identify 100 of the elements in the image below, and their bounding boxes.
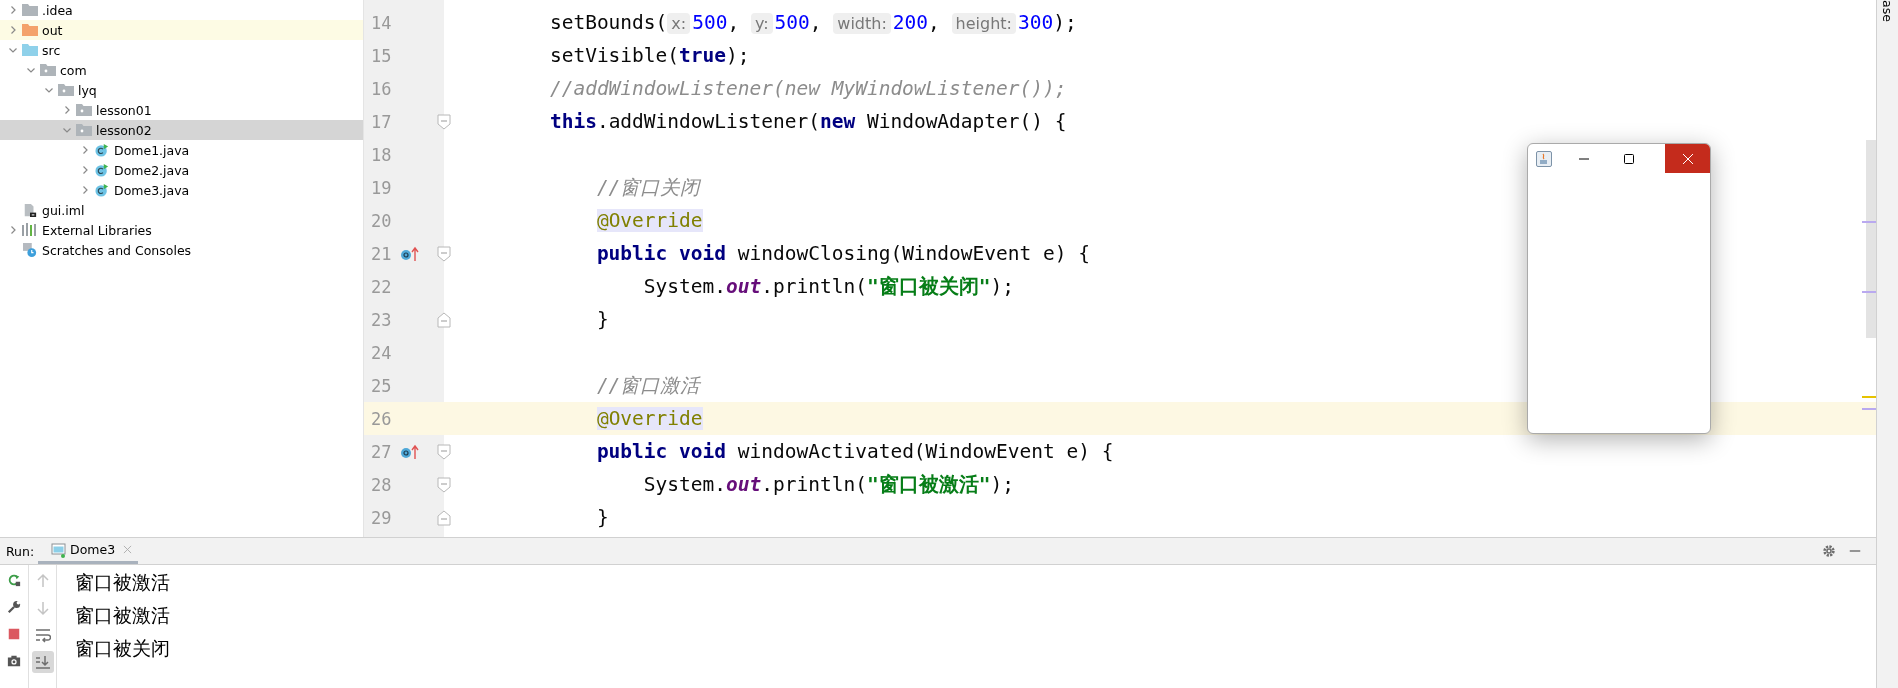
code-text: ); bbox=[1053, 11, 1077, 34]
chevron-icon[interactable] bbox=[44, 85, 54, 95]
run-tab[interactable]: Dome3 bbox=[38, 538, 139, 564]
code-text: System. bbox=[642, 473, 727, 496]
tree-item[interactable]: Dome2.java bbox=[0, 160, 363, 180]
tree-item[interactable]: lesson01 bbox=[0, 100, 363, 120]
stop-icon[interactable] bbox=[7, 627, 21, 641]
code-text: windowClosing(WindowEvent e) { bbox=[736, 242, 1090, 265]
line-number: 26 bbox=[371, 408, 393, 429]
chevron-icon[interactable] bbox=[62, 105, 72, 115]
tree-item[interactable]: Dome3.java bbox=[0, 180, 363, 200]
line-number: 29 bbox=[371, 507, 393, 528]
line-number: 22 bbox=[371, 276, 393, 297]
code-comment: //窗口关闭 bbox=[595, 176, 701, 199]
chevron-icon[interactable] bbox=[8, 225, 18, 235]
code-string: "窗口被关闭" bbox=[866, 275, 991, 298]
code-text: .println( bbox=[761, 473, 867, 496]
code-keyword: new bbox=[819, 110, 856, 133]
code-text: ); bbox=[726, 44, 750, 67]
fold-marker-icon[interactable] bbox=[437, 311, 451, 328]
console-output-line: 窗口被激活 bbox=[75, 571, 170, 595]
code-text: .addWindowListener( bbox=[596, 110, 820, 133]
line-number: 18 bbox=[371, 144, 393, 165]
app-window[interactable] bbox=[1527, 143, 1711, 434]
code-keyword: public void bbox=[595, 242, 727, 265]
run-label: Run: bbox=[5, 542, 36, 561]
rerun-icon[interactable] bbox=[7, 573, 21, 587]
parameter-hint: y: bbox=[750, 13, 773, 34]
tree-item[interactable]: lyq bbox=[0, 80, 363, 100]
chevron-icon[interactable] bbox=[8, 5, 18, 15]
java-class-icon bbox=[94, 183, 110, 197]
tree-item[interactable]: Dome1.java bbox=[0, 140, 363, 160]
chevron-icon[interactable] bbox=[26, 65, 36, 75]
maximize-icon[interactable] bbox=[1623, 152, 1635, 165]
fold-marker-icon[interactable] bbox=[437, 443, 451, 460]
console-output-line: 窗口被激活 bbox=[75, 604, 170, 628]
tree-item[interactable]: gui.iml bbox=[0, 200, 363, 220]
chevron-icon[interactable] bbox=[80, 145, 90, 155]
code-text: setVisible( bbox=[548, 44, 680, 67]
tree-item[interactable]: .idea bbox=[0, 0, 363, 20]
code-keyword: true bbox=[679, 44, 727, 67]
override-marker-icon[interactable] bbox=[401, 245, 419, 262]
tree-item[interactable]: Scratches and Consoles bbox=[0, 240, 363, 260]
code-number: 500 bbox=[774, 11, 810, 34]
tree-item[interactable]: External Libraries bbox=[0, 220, 363, 240]
code-comment: //窗口激活 bbox=[595, 374, 701, 397]
tree-item[interactable]: com bbox=[0, 60, 363, 80]
line-number: 19 bbox=[371, 177, 393, 198]
code-number: 300 bbox=[1017, 11, 1054, 34]
folder-icon bbox=[22, 3, 38, 17]
line-number: 24 bbox=[371, 342, 393, 363]
code-text: WindowAdapter() { bbox=[865, 110, 1067, 133]
line-number: 25 bbox=[371, 375, 393, 396]
scroll-to-end-icon[interactable] bbox=[31, 651, 54, 673]
scrollbar-thumb[interactable] bbox=[1866, 140, 1876, 338]
folder-icon bbox=[22, 23, 38, 37]
code-text: System. bbox=[642, 275, 727, 298]
chevron-icon[interactable] bbox=[80, 165, 90, 175]
line-number: 28 bbox=[371, 474, 393, 495]
code-annotation: @Override bbox=[596, 209, 703, 232]
code-keyword: this bbox=[548, 110, 597, 133]
code-annotation: @Override bbox=[596, 407, 703, 430]
camera-icon[interactable] bbox=[7, 654, 21, 668]
code-keyword: public void bbox=[595, 440, 727, 463]
tree-item[interactable]: src bbox=[0, 40, 363, 60]
code-text: setBounds( bbox=[548, 11, 668, 34]
parameter-hint: width: bbox=[833, 13, 891, 34]
line-number: 14 bbox=[371, 12, 393, 33]
settings-icon[interactable] bbox=[1822, 544, 1836, 558]
chevron-icon[interactable] bbox=[8, 45, 18, 55]
code-number: 200 bbox=[892, 11, 929, 34]
chevron-icon[interactable] bbox=[62, 125, 72, 135]
line-number: 20 bbox=[371, 210, 393, 231]
override-marker-icon[interactable] bbox=[401, 443, 419, 460]
scratch-console-icon bbox=[22, 243, 38, 257]
folder-icon bbox=[22, 43, 38, 57]
wrench-icon[interactable] bbox=[7, 600, 21, 614]
chevron-icon[interactable] bbox=[80, 185, 90, 195]
code-text: ); bbox=[990, 275, 1014, 298]
tree-item[interactable]: lesson02 bbox=[0, 120, 363, 140]
code-text: } bbox=[595, 506, 609, 529]
code-text: .println( bbox=[761, 275, 867, 298]
package-folder-icon bbox=[58, 83, 74, 97]
fold-marker-icon[interactable] bbox=[437, 113, 451, 130]
package-folder-icon bbox=[76, 103, 92, 117]
console-output-line: 窗口被关闭 bbox=[75, 637, 170, 661]
fold-marker-icon[interactable] bbox=[437, 476, 451, 493]
parameter-hint: height: bbox=[951, 13, 1016, 34]
code-text: ); bbox=[990, 473, 1014, 496]
tool-window-tab[interactable]: ase bbox=[1880, 0, 1895, 22]
chevron-icon[interactable] bbox=[8, 25, 18, 35]
code-field: out bbox=[726, 473, 762, 496]
code-string: "窗口被激活" bbox=[866, 473, 991, 496]
code-number: 500 bbox=[692, 11, 728, 34]
fold-marker-icon[interactable] bbox=[437, 509, 451, 526]
close-icon[interactable] bbox=[123, 545, 133, 554]
fold-marker-icon[interactable] bbox=[437, 245, 451, 262]
console-window-icon bbox=[50, 541, 66, 558]
tree-item[interactable]: out bbox=[0, 20, 363, 40]
code-comment: //addWindowListener(new MyWindowListener()); bbox=[548, 77, 1067, 100]
